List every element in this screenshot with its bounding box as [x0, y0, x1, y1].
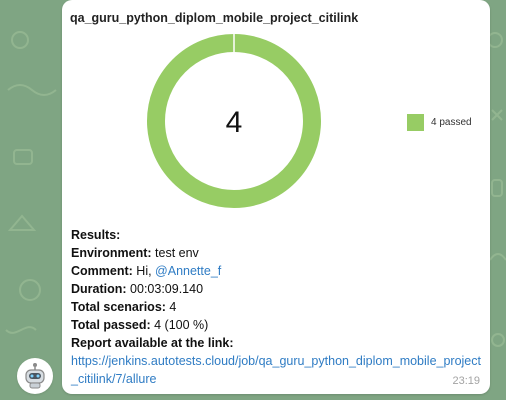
legend-swatch-passed [407, 114, 424, 131]
total-scenarios-value: 4 [165, 300, 177, 314]
total-passed-label: Total passed: [71, 318, 151, 332]
legend-label-passed: 4 passed [431, 117, 472, 128]
message-time: 23:19 [452, 375, 480, 387]
bot-avatar[interactable] [17, 358, 53, 394]
donut-chart: 4 [147, 33, 321, 208]
report-link[interactable]: https://jenkins.autotests.cloud/job/qa_g… [71, 352, 485, 388]
mention-link[interactable]: @Annette_f [155, 264, 221, 278]
total-scenarios-label: Total scenarios: [71, 300, 166, 314]
results-label: Results: [71, 228, 121, 242]
message-bubble: qa_guru_python_diplom_mobile_project_cit… [62, 0, 490, 394]
report-text: Results: Environment: test env Comment: … [71, 226, 485, 388]
robot-icon [25, 363, 45, 389]
duration-label: Duration: [71, 282, 127, 296]
comment-prefix: Hi, [132, 264, 156, 278]
report-label: Report available at the link: [71, 336, 234, 350]
chart-legend: 4 passed [407, 114, 472, 131]
total-passed-value: 4 (100 %) [150, 318, 209, 332]
donut-center-value: 4 [226, 106, 243, 139]
duration-value: 00:03:09.140 [126, 282, 204, 296]
comment-label: Comment: [71, 264, 133, 278]
environment-label: Environment: [71, 246, 152, 260]
chart-title: qa_guru_python_diplom_mobile_project_cit… [70, 11, 359, 25]
environment-value: test env [151, 246, 199, 260]
